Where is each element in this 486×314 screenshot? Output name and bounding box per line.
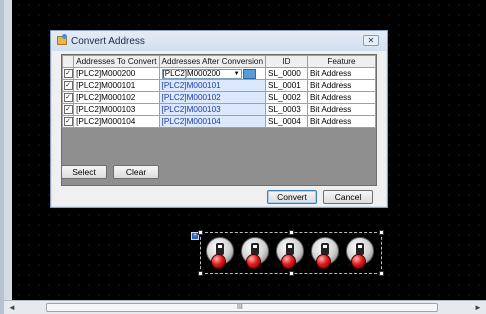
address-to-convert: [PLC2]M000200 bbox=[73, 67, 160, 80]
row-checkbox[interactable]: ✓ bbox=[63, 105, 73, 115]
convert-button[interactable]: Convert bbox=[267, 190, 317, 204]
toggle-switch-icon[interactable] bbox=[345, 237, 375, 269]
table-row[interactable]: ✓ [PLC2]M000200 [PLC2]M000200 ▼ SL_0000 B… bbox=[61, 67, 377, 80]
dropdown-arrow-icon[interactable]: ▼ bbox=[234, 70, 240, 78]
row-checkbox-cell[interactable]: ✓ bbox=[61, 115, 75, 128]
table-row[interactable]: ✓ [PLC2]M000104 [PLC2]M000104 SL_0004 Bi… bbox=[61, 115, 377, 128]
address-after-conversion[interactable]: [PLC2]M000101 bbox=[158, 79, 267, 92]
row-checkbox[interactable]: ✓ bbox=[63, 93, 73, 103]
row-checkbox[interactable]: ✓ bbox=[63, 81, 73, 91]
address-after-conversion[interactable]: [PLC2]M000102 bbox=[158, 91, 267, 104]
clear-button[interactable]: Clear bbox=[113, 165, 159, 179]
scroll-right-icon[interactable]: ► bbox=[472, 302, 484, 313]
dialog-titlebar[interactable]: Convert Address ✕ bbox=[51, 31, 387, 51]
dialog-title: Convert Address bbox=[71, 36, 145, 47]
row-checkbox[interactable]: ✓ bbox=[63, 69, 73, 79]
header-addresses-to-convert[interactable]: Addresses To Convert bbox=[73, 55, 160, 68]
address-to-convert: [PLC2]M000102 bbox=[73, 91, 160, 104]
row-feature: Bit Address bbox=[306, 67, 377, 80]
cancel-button[interactable]: Cancel bbox=[323, 190, 373, 204]
close-icon[interactable]: ✕ bbox=[363, 35, 379, 46]
convert-address-dialog: Convert Address ✕ Addresses To Convert A… bbox=[50, 30, 388, 208]
resize-handle[interactable] bbox=[379, 271, 384, 276]
header-id[interactable]: ID bbox=[265, 55, 308, 68]
row-checkbox[interactable]: ✓ bbox=[63, 117, 73, 127]
table-header-row: Addresses To Convert Addresses After Con… bbox=[61, 55, 377, 68]
canvas-left-ruler bbox=[4, 0, 12, 300]
table-row[interactable]: ✓ [PLC2]M000103 [PLC2]M000103 SL_0003 Bi… bbox=[61, 103, 377, 116]
address-combo-value: [PLC2]M000200 bbox=[162, 68, 221, 78]
row-feature: Bit Address bbox=[306, 79, 377, 92]
address-combo[interactable]: [PLC2]M000200 ▼ bbox=[161, 68, 242, 79]
row-feature: Bit Address bbox=[306, 91, 377, 104]
row-checkbox-cell[interactable]: ✓ bbox=[61, 103, 75, 116]
scroll-thumb[interactable]: III bbox=[46, 303, 438, 312]
table-row[interactable]: ✓ [PLC2]M000101 [PLC2]M000101 SL_0001 Bi… bbox=[61, 79, 377, 92]
resize-handle[interactable] bbox=[198, 230, 203, 235]
row-id: SL_0002 bbox=[265, 91, 308, 104]
address-after-conversion[interactable]: [PLC2]M000104 bbox=[158, 115, 267, 128]
toggle-switch-icon[interactable] bbox=[240, 237, 270, 269]
address-browse-icon[interactable] bbox=[242, 68, 256, 79]
resize-handle[interactable] bbox=[289, 271, 294, 276]
header-feature[interactable]: Feature bbox=[306, 55, 377, 68]
horizontal-scrollbar[interactable]: ◄ III ► bbox=[4, 300, 486, 314]
address-after-conversion-cell[interactable]: [PLC2]M000200 ▼ bbox=[158, 67, 267, 80]
table-row[interactable]: ✓ [PLC2]M000102 [PLC2]M000102 SL_0002 Bi… bbox=[61, 91, 377, 104]
address-table: Addresses To Convert Addresses After Con… bbox=[61, 54, 377, 186]
row-checkbox-cell[interactable]: ✓ bbox=[61, 67, 75, 80]
header-check bbox=[61, 55, 75, 68]
address-to-convert: [PLC2]M000103 bbox=[73, 103, 160, 116]
row-checkbox-cell[interactable]: ✓ bbox=[61, 91, 75, 104]
row-id: SL_0001 bbox=[265, 79, 308, 92]
address-to-convert: [PLC2]M000101 bbox=[73, 79, 160, 92]
row-id: SL_0004 bbox=[265, 115, 308, 128]
row-id: SL_0000 bbox=[265, 67, 308, 80]
row-id: SL_0003 bbox=[265, 103, 308, 116]
address-to-convert: [PLC2]M000104 bbox=[73, 115, 160, 128]
row-feature: Bit Address bbox=[306, 103, 377, 116]
header-addresses-after-conversion[interactable]: Addresses After Conversion bbox=[158, 55, 267, 68]
toggle-switch-group[interactable] bbox=[198, 230, 384, 276]
toggle-switch-icon[interactable] bbox=[310, 237, 340, 269]
convert-address-icon bbox=[57, 34, 67, 45]
toggle-switch-icon[interactable] bbox=[205, 237, 235, 269]
address-after-conversion[interactable]: [PLC2]M000103 bbox=[158, 103, 267, 116]
resize-handle[interactable] bbox=[289, 230, 294, 235]
scroll-left-icon[interactable]: ◄ bbox=[6, 302, 18, 313]
scroll-grip: III bbox=[237, 304, 243, 311]
row-checkbox-cell[interactable]: ✓ bbox=[61, 79, 75, 92]
resize-handle[interactable] bbox=[198, 271, 203, 276]
row-feature: Bit Address bbox=[306, 115, 377, 128]
select-button[interactable]: Select bbox=[61, 165, 107, 179]
resize-handle[interactable] bbox=[379, 230, 384, 235]
toggle-switch-icon[interactable] bbox=[275, 237, 305, 269]
